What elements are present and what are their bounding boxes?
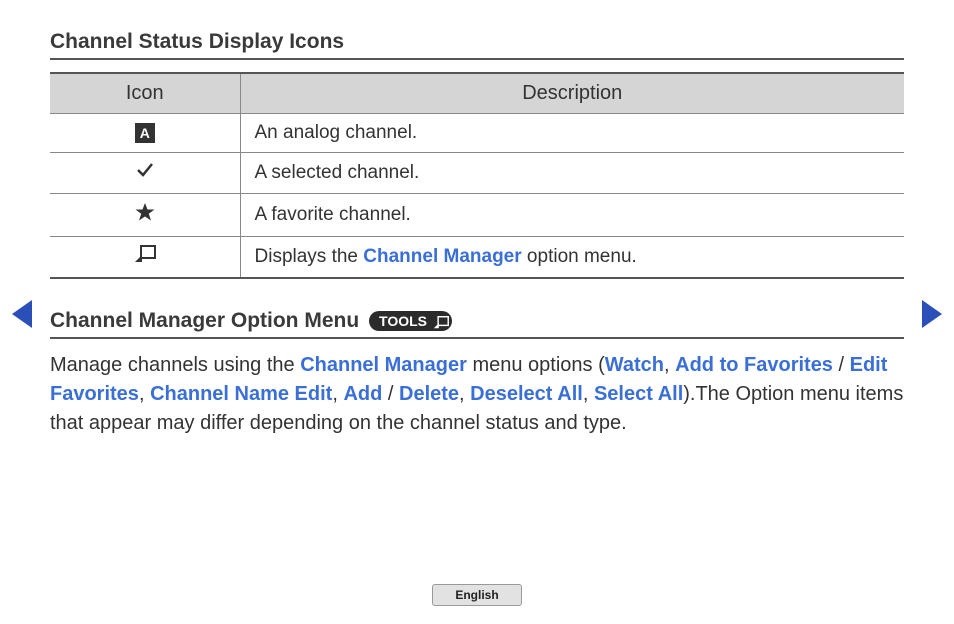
text: menu options ( — [467, 354, 605, 376]
text: / — [833, 354, 850, 376]
text: , — [332, 383, 343, 405]
analog-icon: A — [135, 123, 155, 143]
cell-ref: Channel Manager — [363, 246, 521, 267]
col-header-icon: Icon — [50, 73, 240, 114]
ref-select-all: Select All — [594, 383, 683, 405]
pagination-right-arrow[interactable] — [922, 300, 942, 328]
icons-table: Icon Description A An analog channel. A … — [50, 72, 904, 279]
table-row: Displays the Channel Manager option menu… — [50, 237, 904, 279]
section-title-text: Channel Manager Option Menu — [50, 309, 359, 332]
cell-text: Displays the — [255, 246, 364, 267]
ref-channel-manager: Channel Manager — [300, 354, 467, 376]
cell-text: option menu. — [522, 246, 637, 267]
col-header-description: Description — [240, 73, 904, 114]
ref-deselect-all: Deselect All — [470, 383, 583, 405]
ref-watch: Watch — [605, 354, 664, 376]
table-row: A selected channel. — [50, 153, 904, 194]
cell-text: A favorite channel. — [255, 204, 411, 225]
text: Manage channels using the — [50, 354, 300, 376]
check-icon — [135, 163, 155, 184]
ref-channel-name-edit: Channel Name Edit — [150, 383, 332, 405]
tools-badge: TOOLS — [369, 311, 452, 331]
text: , — [583, 383, 594, 405]
pagination-left-arrow[interactable] — [12, 300, 32, 328]
tools-badge-label: TOOLS — [379, 313, 427, 329]
footer: English — [0, 584, 954, 606]
body-paragraph: Manage channels using the Channel Manage… — [50, 351, 904, 438]
table-row: A favorite channel. — [50, 194, 904, 237]
cell-text: An analog channel. — [255, 122, 418, 143]
text: , — [664, 354, 675, 376]
ref-delete: Delete — [399, 383, 459, 405]
menu-arrow-icon — [433, 316, 449, 329]
ref-add: Add — [343, 383, 382, 405]
cell-text: A selected channel. — [255, 162, 420, 183]
ref-add-to-favorites: Add to Favorites — [675, 354, 833, 376]
section-title-icons: Channel Status Display Icons — [50, 30, 904, 60]
star-icon — [134, 206, 156, 227]
text: , — [459, 383, 470, 405]
menu-arrow-icon — [134, 247, 156, 268]
language-badge: English — [432, 584, 521, 606]
section-title-option-menu: Channel Manager Option Menu TOOLS — [50, 309, 904, 339]
text: / — [382, 383, 399, 405]
text: , — [139, 383, 150, 405]
table-row: A An analog channel. — [50, 114, 904, 153]
